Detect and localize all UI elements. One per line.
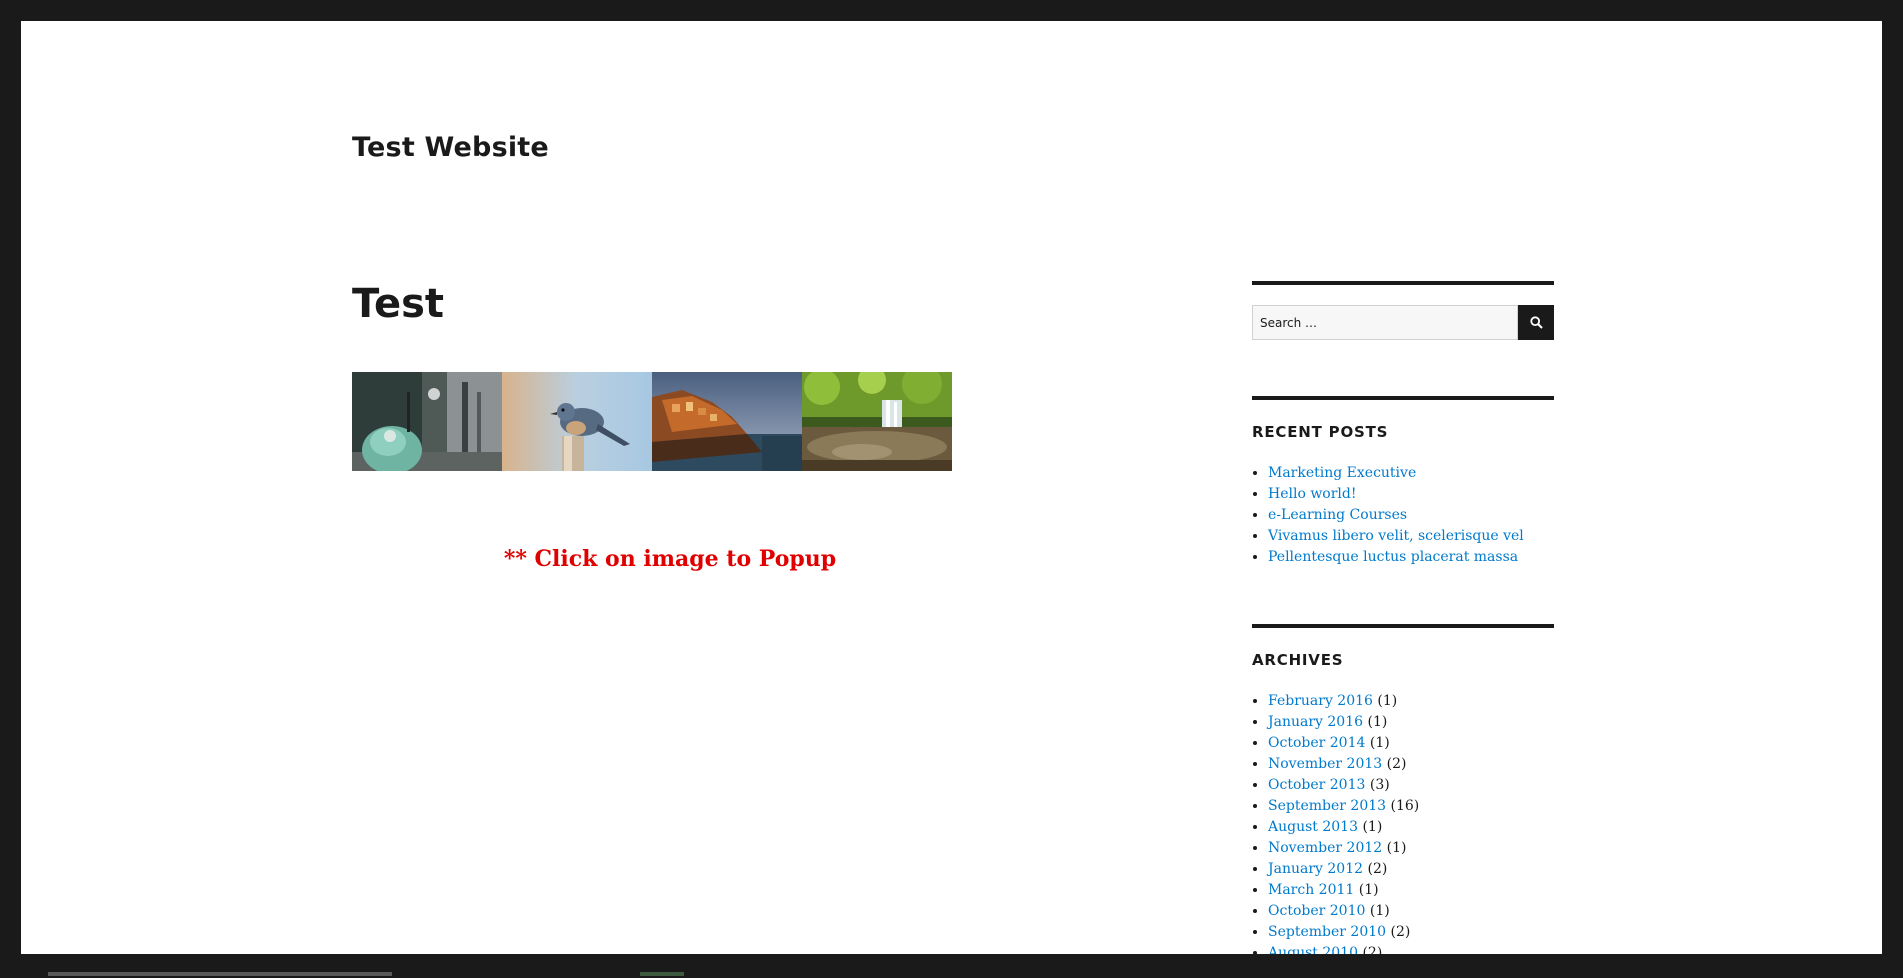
page-container: Test Website Test ** Click on image to P… (21, 21, 1882, 954)
archive-link[interactable]: August 2010 (1268, 945, 1358, 954)
recent-post-link[interactable]: Hello world! (1268, 486, 1357, 502)
widget-divider (1252, 396, 1554, 400)
list-item: October 2010 (1) (1268, 901, 1419, 922)
page-title: Test (352, 281, 445, 327)
archive-count: (1) (1386, 840, 1407, 856)
list-item: March 2011 (1) (1268, 880, 1419, 901)
archive-link[interactable]: October 2013 (1268, 777, 1365, 793)
gallery-thumb-village[interactable] (652, 372, 802, 471)
archive-link[interactable]: September 2010 (1268, 924, 1386, 940)
recent-posts-title: RECENT POSTS (1252, 423, 1389, 441)
archive-link[interactable]: August 2013 (1268, 819, 1358, 835)
archive-link[interactable]: November 2012 (1268, 840, 1382, 856)
list-item: Vivamus libero velit, scelerisque vel (1268, 526, 1524, 547)
archive-count: (1) (1358, 882, 1379, 898)
archive-count: (1) (1369, 735, 1390, 751)
coastal-village-photo (652, 372, 802, 471)
gallery-thumb-bird[interactable] (502, 372, 652, 471)
list-item: October 2014 (1) (1268, 733, 1419, 754)
list-item: November 2013 (2) (1268, 754, 1419, 775)
waterfall-photo (802, 372, 952, 471)
popup-instruction: ** Click on image to Popup (503, 546, 837, 572)
widget-divider (1252, 624, 1554, 628)
bottom-frame (0, 954, 1903, 978)
list-item: November 2012 (1) (1268, 838, 1419, 859)
archive-link[interactable]: November 2013 (1268, 756, 1382, 772)
gallery-thumb-waterfall[interactable] (802, 372, 952, 471)
list-item: October 2013 (3) (1268, 775, 1419, 796)
archive-count: (16) (1390, 798, 1420, 814)
archive-count: (3) (1369, 777, 1390, 793)
taskbar-segment (640, 972, 684, 976)
archive-count: (2) (1390, 924, 1411, 940)
archive-link[interactable]: October 2010 (1268, 903, 1365, 919)
archives-list: February 2016 (1) January 2016 (1) Octob… (1252, 691, 1419, 954)
archive-link[interactable]: January 2016 (1268, 714, 1363, 730)
search-icon (1529, 316, 1543, 329)
recent-post-link[interactable]: Pellentesque luctus placerat massa (1268, 549, 1518, 565)
list-item: Pellentesque luctus placerat massa (1268, 547, 1524, 568)
archive-count: (1) (1367, 714, 1388, 730)
list-item: Marketing Executive (1268, 463, 1524, 484)
scooter-photo (352, 372, 502, 471)
search-form (1252, 305, 1554, 340)
image-gallery (352, 372, 952, 471)
list-item: January 2016 (1) (1268, 712, 1419, 733)
list-item: February 2016 (1) (1268, 691, 1419, 712)
archive-link[interactable]: September 2013 (1268, 798, 1386, 814)
archive-count: (2) (1386, 756, 1407, 772)
bird-photo (502, 372, 652, 471)
list-item: August 2013 (1) (1268, 817, 1419, 838)
list-item: August 2010 (2) (1268, 943, 1419, 954)
archive-link[interactable]: March 2011 (1268, 882, 1354, 898)
recent-post-link[interactable]: e-Learning Courses (1268, 507, 1407, 523)
site-title[interactable]: Test Website (352, 132, 549, 163)
list-item: e-Learning Courses (1268, 505, 1524, 526)
recent-post-link[interactable]: Marketing Executive (1268, 465, 1416, 481)
list-item: Hello world! (1268, 484, 1524, 505)
archives-title: ARCHIVES (1252, 651, 1344, 669)
list-item: September 2013 (16) (1268, 796, 1419, 817)
gallery-thumb-scooter[interactable] (352, 372, 502, 471)
archive-count: (1) (1362, 819, 1383, 835)
archive-count: (2) (1362, 945, 1383, 954)
archive-count: (1) (1377, 693, 1398, 709)
archive-link[interactable]: January 2012 (1268, 861, 1363, 877)
search-input[interactable] (1252, 305, 1518, 340)
recent-posts-list: Marketing Executive Hello world! e-Learn… (1252, 463, 1524, 568)
list-item: January 2012 (2) (1268, 859, 1419, 880)
recent-post-link[interactable]: Vivamus libero velit, scelerisque vel (1268, 528, 1524, 544)
taskbar-segment (48, 972, 392, 976)
list-item: September 2010 (2) (1268, 922, 1419, 943)
widget-divider (1252, 281, 1554, 285)
archive-count: (2) (1367, 861, 1388, 877)
archive-count: (1) (1369, 903, 1390, 919)
archive-link[interactable]: February 2016 (1268, 693, 1373, 709)
archive-link[interactable]: October 2014 (1268, 735, 1365, 751)
search-button[interactable] (1518, 305, 1554, 340)
